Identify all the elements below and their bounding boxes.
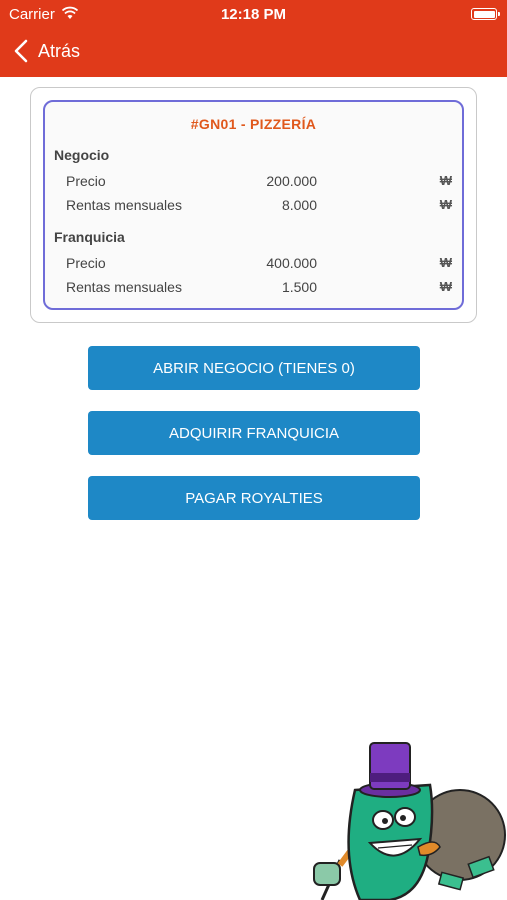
row-value: 1.500	[281, 279, 317, 295]
section-franquicia-heading: Franquicia	[54, 229, 125, 245]
row-label: Precio	[66, 255, 106, 271]
open-business-button[interactable]: ABRIR NEGOCIO (TIENES 0)	[88, 346, 420, 390]
currency-icon: ₩	[439, 279, 452, 294]
back-button[interactable]: Atrás	[12, 36, 80, 66]
acquire-franchise-button[interactable]: ADQUIRIR FRANQUICIA	[88, 411, 420, 455]
mascot-illustration	[313, 742, 506, 900]
navigation-bar: Carrier 12:18 PM Atrás	[0, 0, 507, 77]
row-value: 400.000	[266, 255, 317, 271]
row-value: 200.000	[266, 173, 317, 189]
business-title: #GN01 - PIZZERÍA	[190, 116, 317, 132]
franquicia-price-row: Precio 400.000 ₩	[66, 255, 452, 275]
status-bar: Carrier 12:18 PM	[0, 0, 507, 28]
nav-row: Atrás	[0, 28, 507, 77]
row-label: Rentas mensuales	[66, 279, 182, 295]
chevron-left-icon	[14, 39, 28, 63]
business-card: #GN01 - PIZZERÍA Negocio Precio 200.000 …	[30, 87, 477, 323]
currency-icon: ₩	[439, 255, 452, 270]
clock: 12:18 PM	[220, 6, 287, 23]
currency-icon: ₩	[439, 197, 452, 212]
row-value: 8.000	[281, 197, 317, 213]
negocio-price-row: Precio 200.000 ₩	[66, 173, 452, 193]
section-negocio-heading: Negocio	[54, 147, 110, 163]
currency-icon: ₩	[439, 173, 452, 188]
row-label: Precio	[66, 173, 106, 189]
pay-royalties-button[interactable]: PAGAR ROYALTIES	[88, 476, 420, 520]
business-card-inner: #GN01 - PIZZERÍA Negocio Precio 200.000 …	[43, 100, 464, 310]
franquicia-rent-row: Rentas mensuales 1.500 ₩	[66, 279, 452, 299]
battery-icon	[471, 8, 500, 20]
negocio-rent-row: Rentas mensuales 8.000 ₩	[66, 197, 452, 217]
back-label: Atrás	[38, 40, 81, 61]
row-label: Rentas mensuales	[66, 197, 182, 213]
